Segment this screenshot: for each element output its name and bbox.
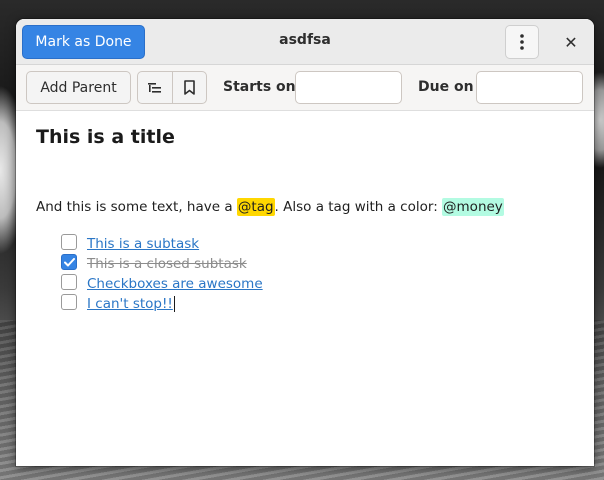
add-subtask-button[interactable] [138,72,172,103]
subtask-checkbox[interactable] [61,274,77,290]
document-title[interactable]: This is a title [36,126,175,148]
starts-on-field[interactable] [295,71,402,104]
body-text-1: And this is some text, have a [36,199,237,215]
subtask-item: I can't stop!! [61,294,263,314]
menu-button[interactable] [505,25,539,59]
body-paragraph[interactable]: And this is some text, have a @tag. Also… [36,198,504,216]
task-toolbar: Add Parent Starts on Due on [16,65,594,111]
headerbar: Mark as Done asdfsa ✕ [16,19,594,65]
subtask-item: Checkboxes are awesome [61,274,263,294]
add-subtask-icon [147,82,161,93]
due-on-field[interactable] [476,71,583,104]
closed-subtask-link[interactable]: This is a closed subtask [87,256,247,272]
subtask-list: This is a subtask This is a closed subta… [61,234,263,314]
toolbar-button-group [137,71,207,104]
subtask-link[interactable]: This is a subtask [87,236,199,252]
task-editor-content[interactable]: This is a title And this is some text, h… [16,111,594,466]
subtask-link[interactable]: Checkboxes are awesome [87,276,263,292]
checkmark-icon [63,257,75,266]
subtask-link[interactable]: I can't stop!! [87,296,173,312]
colored-tag-chip[interactable]: @money [442,198,504,216]
due-on-label: Due on [418,79,474,95]
starts-on-label: Starts on [223,79,296,95]
subtask-item: This is a closed subtask [61,254,263,274]
add-parent-button[interactable]: Add Parent [26,71,131,104]
kebab-menu-icon [520,34,524,50]
subtask-checkbox[interactable] [61,294,77,310]
body-text-2: . Also a tag with a color: [274,199,443,215]
text-cursor [173,296,175,312]
bookmark-icon [183,80,195,95]
subtask-checkbox-checked[interactable] [61,254,77,270]
close-icon: ✕ [564,32,578,52]
tag-chip[interactable]: @tag [236,198,275,216]
close-button[interactable]: ✕ [554,25,588,59]
subtask-checkbox[interactable] [61,234,77,250]
task-editor-window: Mark as Done asdfsa ✕ Add Parent Starts … [16,19,594,466]
tag-button[interactable] [171,72,207,103]
subtask-item: This is a subtask [61,234,263,254]
